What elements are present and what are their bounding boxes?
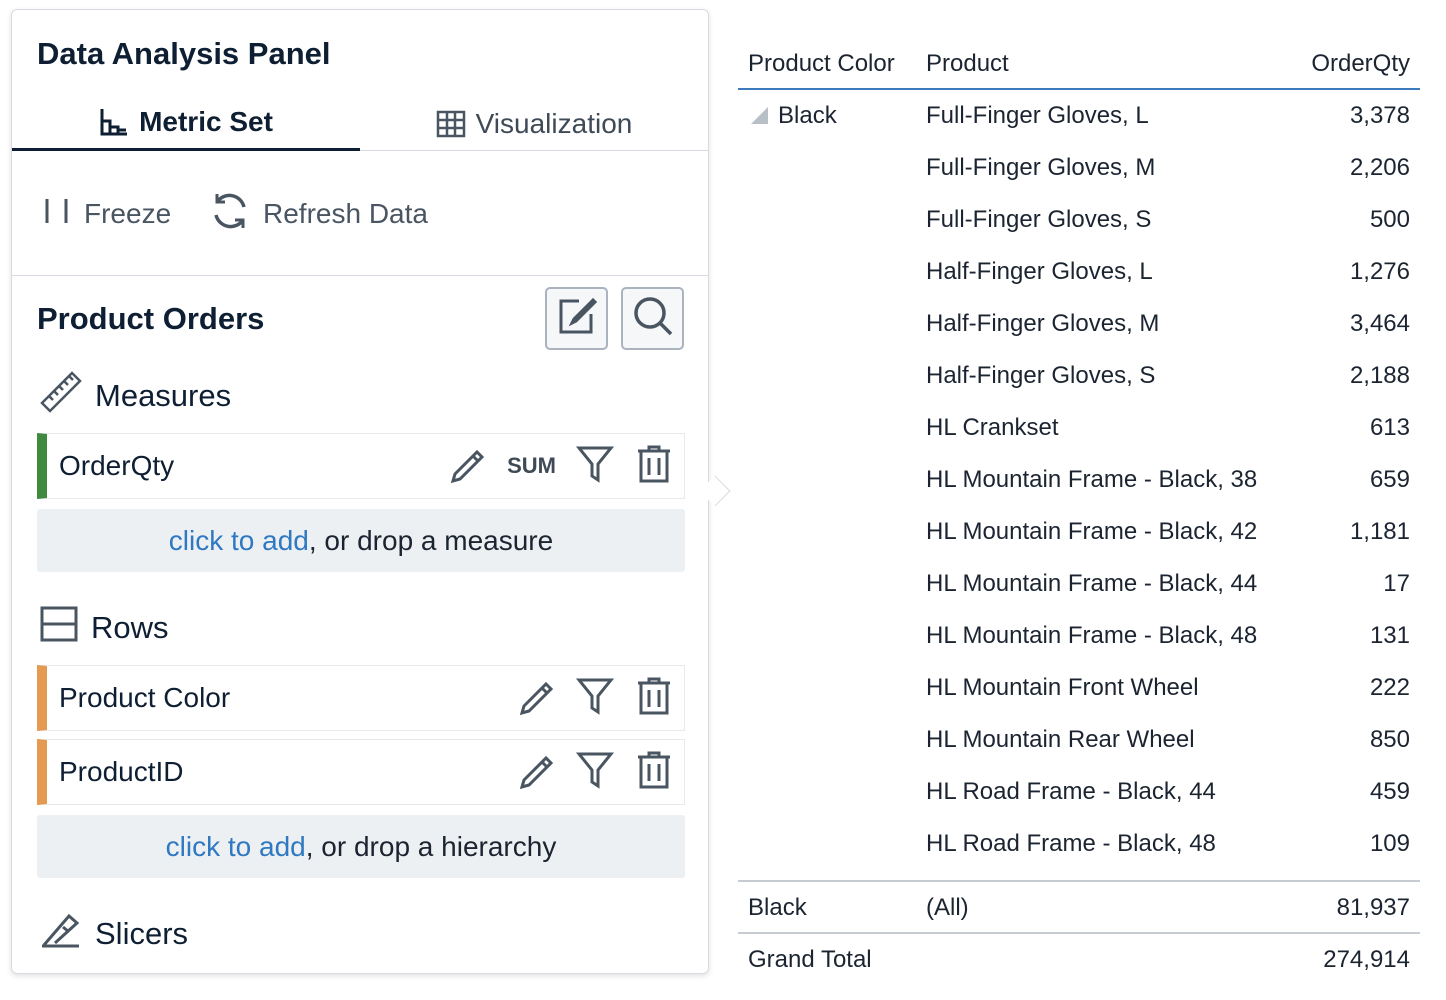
row-field-name: ProductID: [59, 756, 184, 787]
row-field-name: Product Color: [59, 682, 231, 713]
product-cell: HL Mountain Frame - Black, 44: [926, 570, 1258, 597]
pause-icon: [42, 196, 72, 233]
edit-button[interactable]: [545, 287, 608, 350]
measure-name: OrderQty: [59, 450, 175, 481]
orderqty-cell: 3,378: [1349, 102, 1410, 129]
refresh-data-label: Refresh Data: [263, 198, 428, 229]
tab-visualization[interactable]: Visualization: [360, 96, 708, 151]
tab-visualization-label: Visualization: [475, 107, 633, 139]
measures-label: Measures: [95, 378, 232, 413]
orderqty-cell: 109: [1369, 830, 1410, 857]
row-item-productid[interactable]: ProductID: [37, 739, 685, 805]
orderqty-cell: 459: [1369, 778, 1410, 805]
orderqty-cell: 1,276: [1349, 258, 1410, 285]
row-item-product-color[interactable]: Product Color: [37, 665, 685, 731]
measure-item-orderqty[interactable]: OrderQty SUM: [37, 433, 685, 499]
filter-icon[interactable]: [575, 750, 615, 795]
data-analysis-panel: Data Analysis Panel Metric Set Visualiza…: [11, 9, 709, 974]
grand-total-qty: 274,914: [1323, 946, 1410, 973]
panel-tabs: Metric Set Visualization: [12, 96, 708, 151]
collapse-triangle-icon[interactable]: [751, 107, 768, 124]
pencil-icon[interactable]: [516, 750, 556, 795]
rows-label: Rows: [91, 610, 169, 645]
orderqty-cell: 1,181: [1349, 518, 1410, 545]
freeze-button[interactable]: Freeze: [42, 192, 171, 236]
measure-click-to-add-link[interactable]: click to add: [169, 525, 309, 557]
slicers-group-label: Slicers: [39, 912, 188, 956]
row-click-to-add-link[interactable]: click to add: [166, 831, 306, 863]
pencil-icon[interactable]: [447, 444, 487, 489]
refresh-data-button[interactable]: Refresh Data: [209, 192, 428, 236]
rows-icon: [39, 604, 79, 652]
orderqty-cell: 659: [1369, 466, 1410, 493]
orderqty-cell: 222: [1369, 674, 1410, 701]
panel-title: Data Analysis Panel: [37, 36, 331, 71]
search-button[interactable]: [621, 287, 684, 350]
grand-total-label: Grand Total: [748, 946, 872, 973]
row-dropzone[interactable]: click to add, or drop a hierarchy: [37, 815, 685, 878]
aggregation-button[interactable]: SUM: [507, 453, 556, 479]
subtotal-separator: [738, 880, 1420, 882]
product-cell: HL Road Frame - Black, 44: [926, 778, 1216, 805]
product-cell: Half-Finger Gloves, M: [926, 310, 1160, 337]
orderqty-cell: 500: [1369, 206, 1410, 233]
subtotal-qty: 81,937: [1336, 894, 1410, 921]
product-cell: HL Road Frame - Black, 48: [926, 830, 1216, 857]
rows-group-label: Rows: [39, 606, 169, 650]
measures-group-label: Measures: [39, 371, 232, 418]
filter-icon[interactable]: [575, 676, 615, 721]
slicers-label: Slicers: [95, 916, 189, 951]
product-cell: HL Mountain Front Wheel: [926, 674, 1199, 701]
freeze-label: Freeze: [84, 198, 172, 229]
product-cell: HL Mountain Frame - Black, 42: [926, 518, 1258, 545]
product-cell: HL Mountain Frame - Black, 48: [926, 622, 1258, 649]
orderqty-cell: 131: [1369, 622, 1410, 649]
product-cell: HL Mountain Rear Wheel: [926, 726, 1195, 753]
product-cell: Full-Finger Gloves, S: [926, 206, 1152, 233]
slicer-knife-icon: [39, 910, 83, 958]
orderqty-cell: 17: [1383, 570, 1410, 597]
ruler-icon: [39, 370, 83, 422]
trash-icon[interactable]: [634, 444, 674, 489]
group-label-black: Black: [778, 102, 837, 129]
section-title: Product Orders: [37, 301, 265, 336]
product-cell: Half-Finger Gloves, S: [926, 362, 1156, 389]
subtotal-product: (All): [926, 894, 969, 921]
header-product[interactable]: Product: [926, 50, 1009, 78]
pivot-table: Product Color Product OrderQty Black Ful…: [738, 0, 1420, 1000]
panel-toolbar: Freeze Refresh Data: [12, 152, 708, 276]
orderqty-cell: 3,464: [1349, 310, 1410, 337]
trash-icon[interactable]: [634, 750, 674, 795]
grand-total-separator: [738, 932, 1420, 934]
search-icon: [632, 295, 674, 342]
header-product-color[interactable]: Product Color: [748, 50, 895, 78]
refresh-icon: [209, 190, 251, 239]
filter-icon[interactable]: [575, 444, 615, 489]
subtotal-color: Black: [748, 894, 807, 921]
edit-square-icon: [557, 296, 597, 341]
product-cell: HL Crankset: [926, 414, 1059, 441]
metric-set-icon: [99, 107, 129, 137]
pencil-icon[interactable]: [516, 676, 556, 721]
row-dropzone-text: , or drop a hierarchy: [305, 830, 557, 862]
trash-icon[interactable]: [634, 676, 674, 721]
orderqty-cell: 850: [1369, 726, 1410, 753]
product-cell: Half-Finger Gloves, L: [926, 258, 1153, 285]
row-actions: [516, 740, 674, 804]
product-cell: HL Mountain Frame - Black, 38: [926, 466, 1258, 493]
measure-dropzone[interactable]: click to add, or drop a measure: [37, 509, 685, 572]
tab-metric-set[interactable]: Metric Set: [12, 96, 360, 151]
measure-actions: SUM: [447, 434, 674, 498]
measure-dropzone-text: , or drop a measure: [308, 524, 554, 556]
orderqty-cell: 2,188: [1349, 362, 1410, 389]
row-actions: [516, 666, 674, 730]
orderqty-cell: 613: [1369, 414, 1410, 441]
tab-metric-set-label: Metric Set: [139, 106, 273, 137]
product-cell: Full-Finger Gloves, M: [926, 154, 1156, 181]
orderqty-cell: 2,206: [1349, 154, 1410, 181]
header-underline: [738, 88, 1420, 90]
header-orderqty[interactable]: OrderQty: [1311, 50, 1410, 78]
grid-table-icon: [436, 110, 466, 138]
product-cell: Full-Finger Gloves, L: [926, 102, 1149, 129]
